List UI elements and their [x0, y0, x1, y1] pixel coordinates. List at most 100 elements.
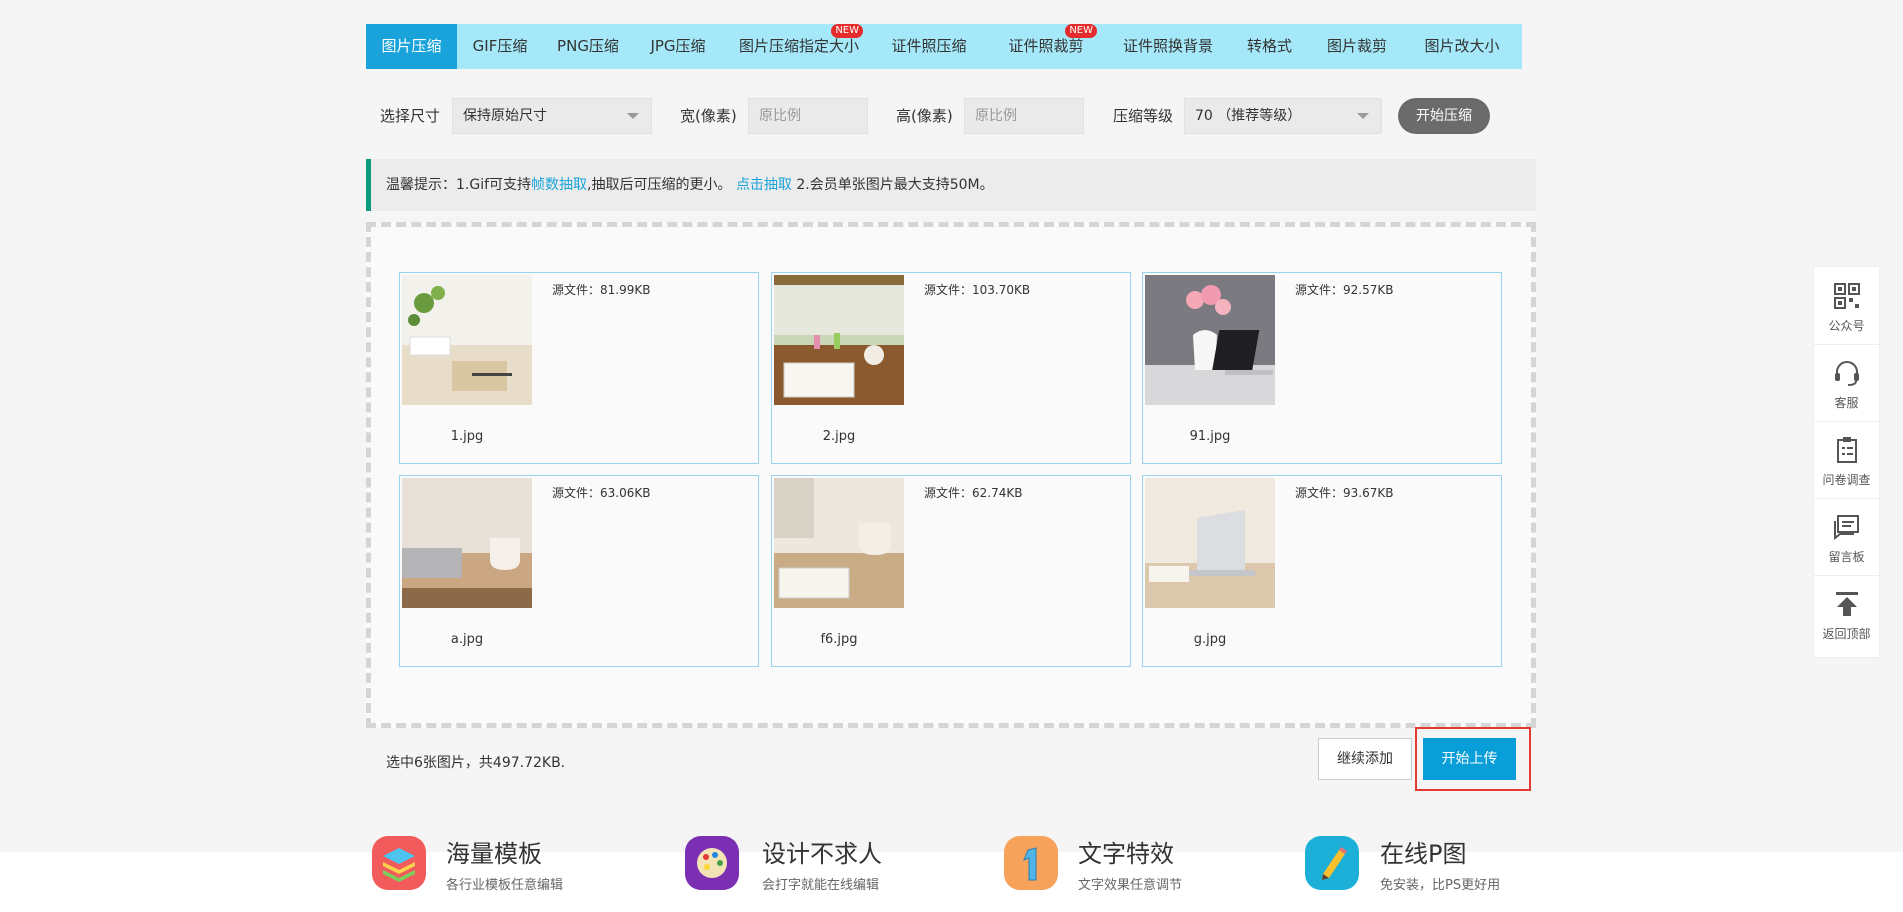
- tab-gif-compress[interactable]: GIF压缩: [457, 24, 543, 69]
- tool-tab-bar: 图片压缩 GIF压缩 PNG压缩 JPG压缩 图片压缩指定大小 NEW 证件照压缩…: [366, 24, 1522, 69]
- tip-notice: 温馨提示：1.Gif可支持帧数抽取,抽取后可压缩的更小。 点击抽取 2.会员单张…: [366, 159, 1536, 211]
- tab-label: 图片改大小: [1424, 37, 1500, 55]
- feature-title[interactable]: 海量模板: [446, 834, 542, 869]
- image-thumbnail: [1145, 275, 1275, 405]
- new-badge: NEW: [831, 24, 863, 38]
- pencil-icon: [1305, 836, 1359, 890]
- file-card[interactable]: 源文件：92.57KB 91.jpg: [1142, 272, 1502, 464]
- tab-label: 证件照裁剪: [1008, 37, 1084, 55]
- tab-label: 图片压缩: [381, 37, 442, 55]
- continue-add-button[interactable]: 继续添加: [1318, 738, 1412, 780]
- width-input[interactable]: 原比例: [748, 98, 868, 134]
- feature-strip: [0, 852, 1903, 912]
- message-board-icon: [1834, 515, 1859, 541]
- size-select[interactable]: 保持原始尺寸: [452, 98, 652, 134]
- tab-label: 图片裁剪: [1326, 37, 1387, 55]
- file-card[interactable]: 源文件：93.67KB g.jpg: [1142, 475, 1502, 667]
- tab-jpg-compress[interactable]: JPG压缩: [633, 24, 723, 69]
- frame-extract-link[interactable]: 帧数抽取: [531, 177, 587, 193]
- size-label: 选择尺寸: [380, 107, 441, 125]
- start-compress-button[interactable]: 开始压缩: [1398, 98, 1490, 134]
- sidebar-item-label: 问卷调查: [1822, 473, 1871, 487]
- image-thumbnail: [402, 478, 532, 608]
- feature-subtitle: 会打字就能在线编辑: [762, 878, 880, 893]
- tab-label: GIF压缩: [472, 37, 528, 55]
- sidebar-item-back-to-top[interactable]: 返回顶部: [1814, 575, 1879, 652]
- file-name: 1.jpg: [450, 429, 484, 444]
- tab-label: PNG压缩: [557, 37, 619, 55]
- file-card[interactable]: 源文件：81.99KB 1.jpg: [399, 272, 759, 464]
- tab-label: 转格式: [1246, 37, 1292, 55]
- tab-id-photo-crop[interactable]: 证件照裁剪 NEW: [983, 24, 1109, 69]
- source-size: 源文件：81.99KB: [552, 283, 651, 297]
- sidebar-item-wechat[interactable]: 公众号: [1814, 267, 1879, 345]
- feature-title[interactable]: 设计不求人: [762, 834, 882, 869]
- sidebar-item-survey[interactable]: 问卷调查: [1814, 421, 1879, 499]
- notice-middle: ,抽取后可压缩的更小。: [587, 177, 736, 193]
- tab-label: 图片压缩指定大小: [738, 37, 859, 55]
- tab-convert-format[interactable]: 转格式: [1227, 24, 1312, 69]
- chevron-down-icon: [1357, 113, 1369, 119]
- notice-prefix: 温馨提示：1.Gif可支持: [386, 177, 532, 193]
- tab-id-photo-background[interactable]: 证件照换背景: [1109, 24, 1227, 69]
- sidebar-item-label: 公众号: [1828, 319, 1865, 333]
- click-extract-link[interactable]: 点击抽取: [736, 177, 792, 193]
- file-name: 2.jpg: [822, 429, 856, 444]
- sidebar-item-label: 留言板: [1828, 550, 1865, 564]
- sidebar-item-label: 客服: [1834, 396, 1859, 410]
- image-thumbnail: [1145, 478, 1275, 608]
- start-upload-button[interactable]: 开始上传: [1423, 738, 1516, 780]
- clipboard-icon: [1837, 437, 1857, 463]
- level-select[interactable]: 70 （推荐等级）: [1184, 98, 1382, 134]
- file-card[interactable]: 源文件：103.70KB 2.jpg: [771, 272, 1131, 464]
- sidebar-item-label: 返回顶部: [1822, 627, 1871, 641]
- tab-png-compress[interactable]: PNG压缩: [543, 24, 633, 69]
- layers-icon: [372, 836, 426, 890]
- level-select-value: 70 （推荐等级）: [1195, 108, 1302, 124]
- headset-icon: [1835, 361, 1859, 386]
- chevron-down-icon: [627, 113, 639, 119]
- selection-summary: 选中6张图片，共497.72KB.: [386, 755, 566, 771]
- new-badge: NEW: [1065, 24, 1097, 38]
- tab-label: 证件照换背景: [1122, 37, 1213, 55]
- tab-label: 证件照压缩: [891, 37, 967, 55]
- file-card[interactable]: 源文件：63.06KB a.jpg: [399, 475, 759, 667]
- feature-subtitle: 各行业模板任意编辑: [446, 878, 564, 893]
- file-name: f6.jpg: [820, 632, 858, 647]
- height-label: 高(像素): [896, 107, 953, 125]
- size-select-value: 保持原始尺寸: [463, 108, 547, 124]
- feature-subtitle: 文字效果任意调节: [1078, 878, 1183, 893]
- notice-suffix: 2.会员单张图片最大支持50M。: [791, 177, 994, 193]
- right-float-toolbar: 公众号 客服 问卷调查 留言板 返回顶部: [1813, 266, 1880, 658]
- feature-title[interactable]: 在线P图: [1380, 834, 1466, 869]
- source-size: 源文件：62.74KB: [924, 486, 1023, 500]
- width-placeholder: 原比例: [759, 108, 801, 124]
- tab-id-photo-compress[interactable]: 证件照压缩: [875, 24, 983, 69]
- file-name: g.jpg: [1193, 632, 1227, 647]
- width-label: 宽(像素): [680, 107, 737, 125]
- height-placeholder: 原比例: [975, 108, 1017, 124]
- source-size: 源文件：92.57KB: [1295, 283, 1394, 297]
- height-input[interactable]: 原比例: [964, 98, 1084, 134]
- qrcode-icon: [1834, 283, 1860, 309]
- file-card[interactable]: 源文件：62.74KB f6.jpg: [771, 475, 1131, 667]
- feature-title[interactable]: 文字特效: [1078, 834, 1174, 869]
- image-thumbnail: [774, 275, 904, 405]
- image-thumbnail: [402, 275, 532, 405]
- feature-subtitle: 免安装，比PS更好用: [1380, 878, 1501, 893]
- level-label: 压缩等级: [1113, 107, 1174, 125]
- tab-label: JPG压缩: [650, 37, 706, 55]
- image-thumbnail: [774, 478, 904, 608]
- tab-compress-to-size[interactable]: 图片压缩指定大小 NEW: [723, 24, 875, 69]
- tab-image-compress[interactable]: 图片压缩: [366, 24, 457, 69]
- source-size: 源文件：93.67KB: [1295, 486, 1394, 500]
- back-to-top-icon: [1836, 592, 1858, 616]
- sidebar-item-service[interactable]: 客服: [1814, 344, 1879, 422]
- sidebar-item-message-board[interactable]: 留言板: [1814, 498, 1879, 576]
- palette-icon: [685, 836, 739, 890]
- file-name: a.jpg: [450, 632, 484, 647]
- tab-image-resize[interactable]: 图片改大小: [1402, 24, 1522, 69]
- file-name: 91.jpg: [1189, 429, 1231, 444]
- number-one-icon: [1004, 836, 1058, 890]
- tab-image-crop[interactable]: 图片裁剪: [1312, 24, 1402, 69]
